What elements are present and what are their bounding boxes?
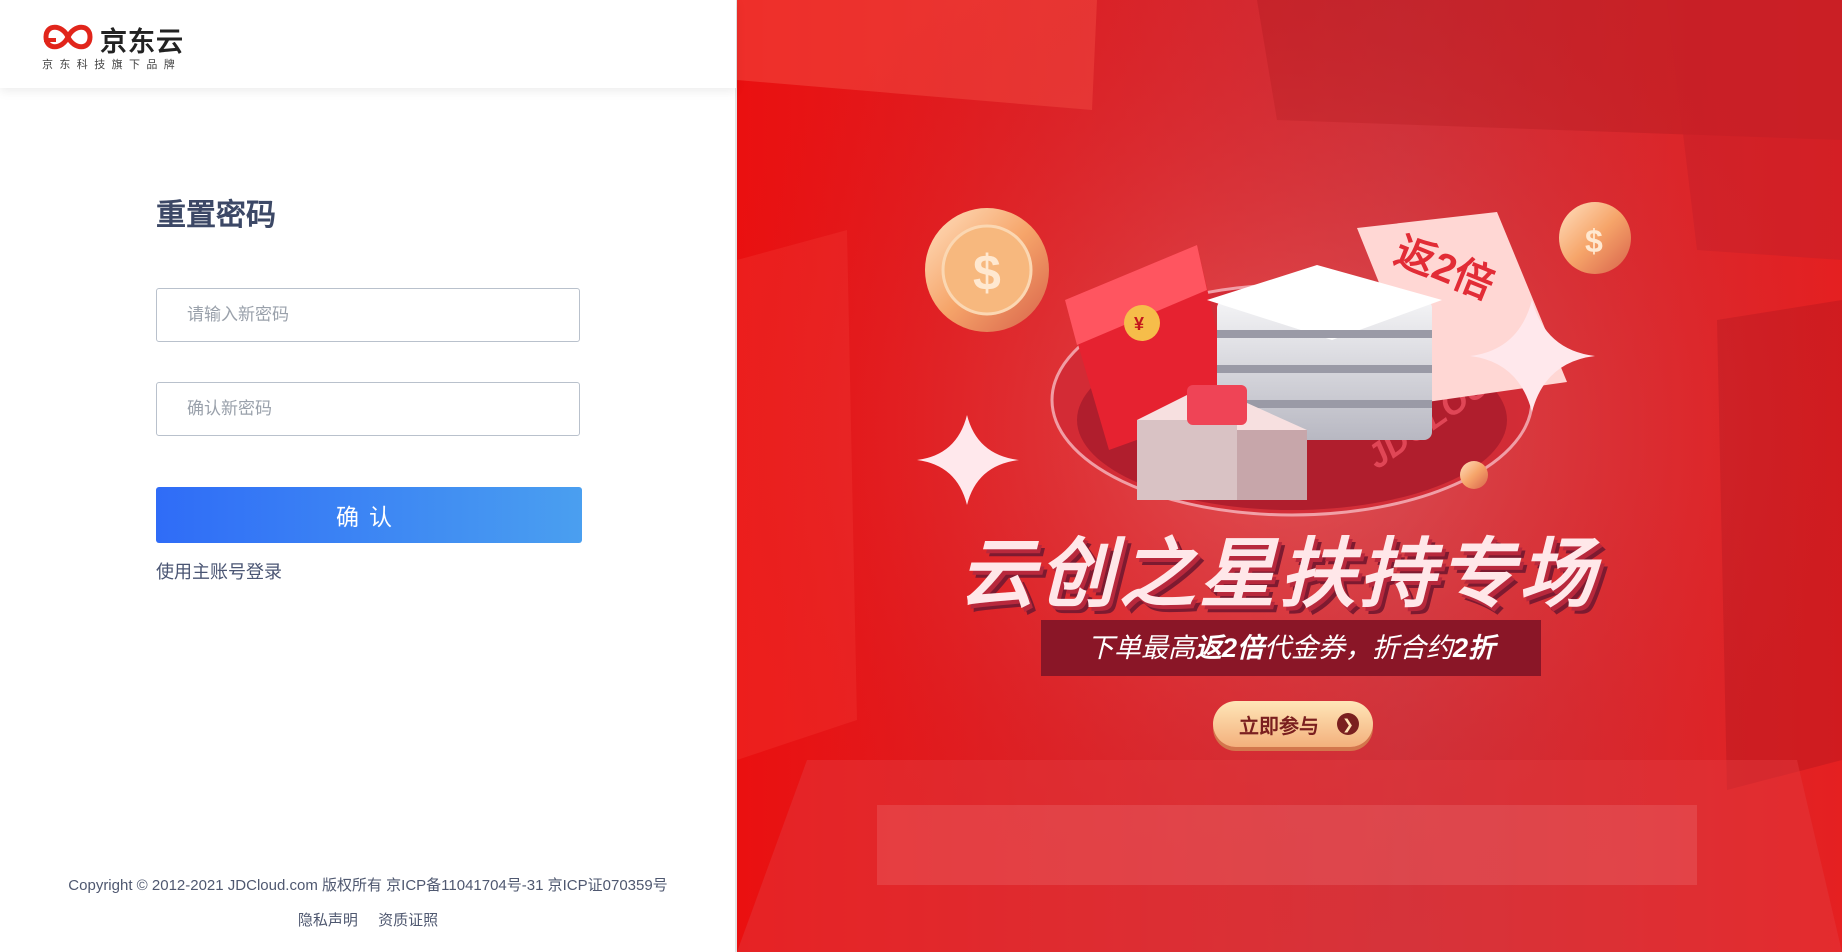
footer: Copyright © 2012-2021 JDCloud.com 版权所有 京… bbox=[0, 874, 736, 930]
banner-artwork: JDCLOUD $ $ ¥ 返2倍 bbox=[737, 0, 1842, 952]
brand-tagline: 京东科技旗下品牌 bbox=[42, 59, 182, 71]
banner-headline: 云创之星扶持专场 bbox=[959, 532, 1599, 617]
qualification-link[interactable]: 资质证照 bbox=[378, 912, 438, 929]
header: 京东云 京东科技旗下品牌 bbox=[0, 0, 736, 88]
banner-subline: 下单最高返2倍代金券，折合约2折 bbox=[1041, 620, 1541, 676]
copyright-text: Copyright © 2012-2021 JDCloud.com 版权所有 京… bbox=[68, 877, 668, 894]
subline-highlight-return: 返2倍 bbox=[1194, 633, 1264, 663]
subline-highlight-discount: 2折 bbox=[1453, 633, 1496, 663]
svg-text:$: $ bbox=[973, 245, 1001, 301]
reset-password-form: 重置密码 确认 使用主账号登录 bbox=[156, 196, 582, 582]
confirm-button[interactable]: 确认 bbox=[156, 487, 582, 543]
subline-middle: 代金券，折合约 bbox=[1264, 633, 1453, 663]
subline-prefix: 下单最高 bbox=[1086, 633, 1195, 663]
join-now-label: 立即参与 bbox=[1239, 715, 1319, 738]
footer-links: 隐私声明 资质证照 bbox=[0, 909, 736, 930]
new-password-input[interactable] bbox=[157, 289, 579, 341]
brand-name: 京东云 bbox=[100, 27, 184, 57]
privacy-statement-link[interactable]: 隐私声明 bbox=[298, 912, 358, 929]
svg-text:¥: ¥ bbox=[1134, 314, 1144, 334]
infinity-logo-icon bbox=[43, 24, 93, 50]
join-now-button[interactable]: 立即参与 ❯ bbox=[1213, 701, 1373, 747]
svg-text:$: $ bbox=[1585, 223, 1603, 259]
confirm-password-input[interactable] bbox=[157, 383, 579, 435]
jdcloud-logo[interactable]: 京东云 京东科技旗下品牌 bbox=[42, 18, 202, 74]
page-title: 重置密码 bbox=[156, 199, 276, 232]
confirm-password-field-wrapper bbox=[156, 382, 580, 436]
login-panel: 京东云 京东科技旗下品牌 重置密码 确认 使用主账号登录 Copyright ©… bbox=[0, 0, 736, 952]
chevron-right-icon: ❯ bbox=[1337, 713, 1359, 735]
new-password-field-wrapper bbox=[156, 288, 580, 342]
main-account-login-link[interactable]: 使用主账号登录 bbox=[156, 558, 282, 584]
promo-banner[interactable]: JDCLOUD $ $ ¥ 返2倍 云创之星扶持专场 下单最高返2倍代金券，折合… bbox=[737, 0, 1842, 952]
